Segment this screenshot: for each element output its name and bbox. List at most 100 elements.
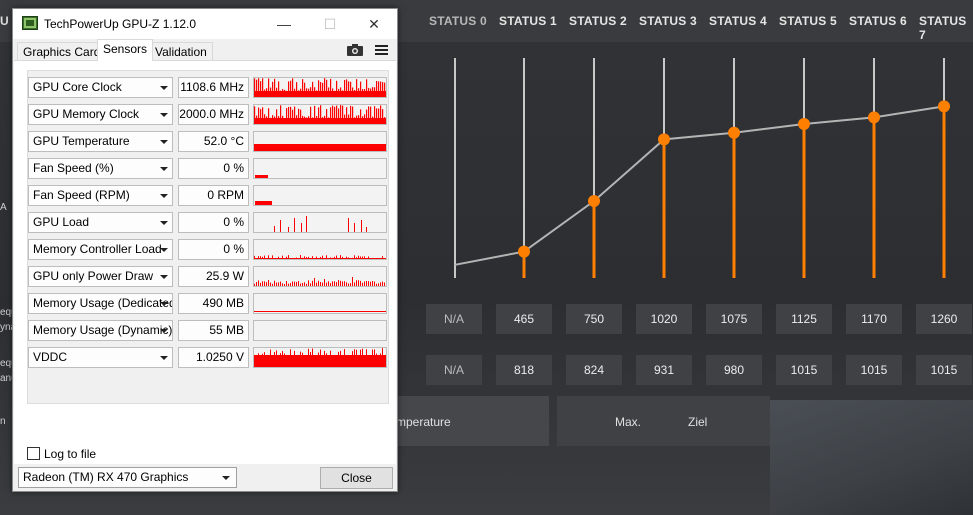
sensor-graph	[253, 266, 387, 287]
tab-toolbar	[347, 42, 391, 61]
sensor-graph	[253, 320, 387, 341]
sensor-label-dropdown[interactable]: VDDC	[28, 347, 173, 368]
camera-icon[interactable]	[347, 44, 363, 56]
sensor-graph	[253, 185, 387, 206]
curve-point-6[interactable]	[868, 111, 880, 124]
sensor-label: Memory Usage (Dedicated)	[33, 296, 173, 310]
curve-line	[454, 105, 945, 266]
curve-point-3[interactable]	[658, 133, 670, 146]
minimize-icon: —	[277, 16, 291, 32]
sensor-graph	[253, 158, 387, 179]
clock-value-cell[interactable]: 1125	[776, 304, 832, 334]
close-window-button[interactable]: ✕	[351, 9, 397, 39]
sensor-label: Memory Controller Load	[33, 242, 162, 256]
sensor-label-dropdown[interactable]: GPU only Power Draw	[28, 266, 173, 287]
tab-bar: Graphics Card Sensors Validation	[13, 39, 397, 61]
voltage-value-cell[interactable]: 931	[636, 355, 692, 385]
sensor-value: 55 MB	[178, 320, 249, 341]
fan-panel	[557, 396, 770, 446]
tab-validation[interactable]: Validation	[149, 42, 213, 61]
target-label: Ziel	[688, 415, 708, 429]
log-to-file-checkbox[interactable]	[27, 447, 40, 460]
chevron-down-icon	[160, 113, 168, 117]
curve-point-7[interactable]	[938, 100, 950, 113]
sensor-label-dropdown[interactable]: Fan Speed (%)	[28, 158, 173, 179]
chevron-down-icon	[160, 356, 168, 360]
chevron-down-icon	[160, 86, 168, 90]
voltage-value-cell[interactable]: 1015	[916, 355, 972, 385]
chevron-down-icon	[160, 329, 168, 333]
curve-point-5[interactable]	[798, 118, 810, 130]
sensor-graph	[253, 239, 387, 260]
chevron-down-icon	[160, 140, 168, 144]
voltage-value-cell[interactable]: N/A	[426, 355, 482, 385]
sensors-tab-content: GPU Core Clock 1108.6 MHz GPU Memory Clock…	[14, 60, 396, 464]
voltage-value-cell[interactable]: 1015	[846, 355, 902, 385]
chevron-down-icon	[160, 194, 168, 198]
sensor-label-dropdown[interactable]: GPU Load	[28, 212, 173, 233]
sensor-label-dropdown[interactable]: GPU Core Clock	[28, 77, 173, 98]
clock-value-cell[interactable]: N/A	[426, 304, 482, 334]
sensor-graph	[253, 131, 387, 152]
close-icon: ✕	[368, 16, 380, 32]
sensor-label-dropdown[interactable]: Memory Controller Load	[28, 239, 173, 260]
sensor-label-dropdown[interactable]: Memory Usage (Dedicated)	[28, 293, 173, 314]
left-fragment: A	[0, 202, 7, 213]
sensor-row: GPU only Power Draw 25.9 W	[28, 264, 390, 291]
background-wallpaper	[770, 400, 973, 515]
sensor-label: VDDC	[33, 350, 68, 364]
sensor-label: Memory Usage (Dynamic)	[33, 323, 173, 337]
sensor-row: GPU Core Clock 1108.6 MHz	[28, 75, 390, 102]
minimize-button[interactable]: —	[261, 9, 307, 39]
voltage-value-cell[interactable]: 824	[566, 355, 622, 385]
curve-point-4[interactable]	[728, 126, 740, 139]
sensor-label-dropdown[interactable]: GPU Memory Clock	[28, 104, 173, 125]
sensor-value: 0 %	[178, 239, 249, 260]
sensor-value: 52.0 °C	[178, 131, 249, 152]
gpu-select-value: Radeon (TM) RX 470 Graphics	[23, 470, 189, 484]
gpu-select[interactable]: Radeon (TM) RX 470 Graphics	[18, 467, 237, 488]
hamburger-menu-icon[interactable]	[375, 45, 388, 55]
sensor-value: 0 RPM	[178, 185, 249, 206]
sensor-label: GPU Load	[33, 215, 90, 229]
maximize-button[interactable]: ☐	[307, 9, 353, 39]
voltage-value-cell[interactable]: 980	[706, 355, 762, 385]
tab-graphics-card[interactable]: Graphics Card	[17, 42, 107, 61]
curve-point-1[interactable]	[518, 245, 530, 258]
sensor-graph	[253, 104, 387, 125]
sensor-value: 0 %	[178, 212, 249, 233]
title-bar[interactable]: TechPowerUp GPU-Z 1.12.0 — ☐ ✕	[13, 9, 397, 39]
sensor-row: GPU Temperature 52.0 °C	[28, 129, 390, 156]
sensor-graph	[253, 77, 387, 98]
sensor-list: GPU Core Clock 1108.6 MHz GPU Memory Clock…	[27, 70, 389, 404]
sensor-row: Memory Usage (Dynamic) 55 MB	[28, 318, 390, 345]
tab-sensors[interactable]: Sensors	[97, 39, 154, 61]
chevron-down-icon	[160, 221, 168, 225]
sensor-label-dropdown[interactable]: GPU Temperature	[28, 131, 173, 152]
sensor-label: GPU Memory Clock	[33, 107, 140, 121]
sensor-label: GPU Core Clock	[33, 80, 122, 94]
sensor-label: GPU Temperature	[33, 134, 130, 148]
sensor-value: 1108.6 MHz	[178, 77, 249, 98]
sensor-value: 0 %	[178, 158, 249, 179]
clock-value-cell[interactable]: 1075	[706, 304, 762, 334]
curve-point-2[interactable]	[588, 195, 600, 207]
sensor-label-dropdown[interactable]: Fan Speed (RPM)	[28, 185, 173, 206]
clock-value-cell[interactable]: 1020	[636, 304, 692, 334]
clock-value-cell[interactable]: 1260	[916, 304, 972, 334]
sensor-label: Fan Speed (RPM)	[33, 188, 130, 202]
left-fragment: n	[0, 416, 6, 427]
sensor-value: 1.0250 V	[178, 347, 249, 368]
voltage-value-cell[interactable]: 818	[496, 355, 552, 385]
sensor-graph	[253, 293, 387, 314]
sensor-graph	[253, 347, 387, 368]
sensor-label-dropdown[interactable]: Memory Usage (Dynamic)	[28, 320, 173, 341]
clock-value-cell[interactable]: 465	[496, 304, 552, 334]
close-button[interactable]: Close	[320, 467, 393, 489]
sensor-row: GPU Load 0 %	[28, 210, 390, 237]
log-to-file-label[interactable]: Log to file	[44, 447, 96, 461]
clock-value-cell[interactable]: 1170	[846, 304, 902, 334]
voltage-value-cell[interactable]: 1015	[776, 355, 832, 385]
sensor-label: Fan Speed (%)	[33, 161, 114, 175]
clock-value-cell[interactable]: 750	[566, 304, 622, 334]
